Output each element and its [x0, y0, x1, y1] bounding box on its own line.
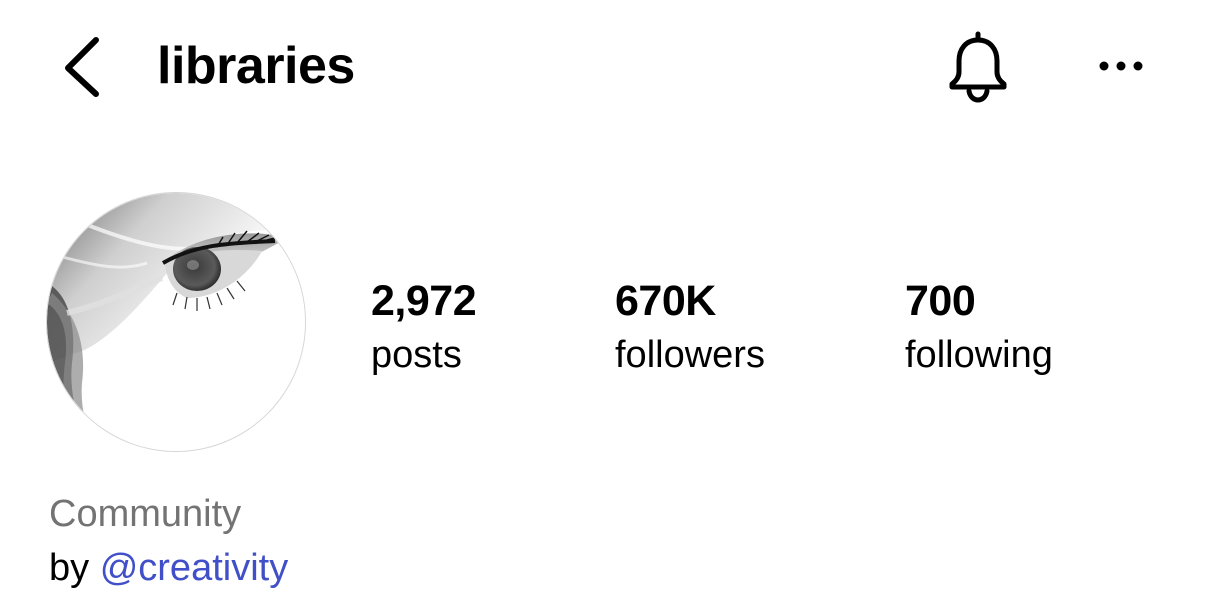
- profile-byline: by @creativity: [49, 544, 288, 592]
- profile-category: Community: [49, 493, 242, 535]
- posts-count: 2,972: [371, 277, 477, 325]
- bell-icon: [949, 31, 1007, 103]
- following-label: following: [905, 334, 1053, 376]
- chevron-left-icon: [65, 37, 99, 97]
- page-title: libraries: [157, 37, 355, 95]
- eye-artwork-image: [47, 193, 305, 451]
- followers-label: followers: [615, 334, 765, 376]
- top-navigation-bar: libraries: [0, 0, 1206, 130]
- posts-label: posts: [371, 334, 462, 376]
- creator-handle-link[interactable]: @creativity: [100, 547, 289, 589]
- more-options-button[interactable]: [1092, 46, 1154, 86]
- byline-prefix: by: [49, 547, 90, 589]
- following-count: 700: [905, 277, 976, 325]
- ellipsis-icon: [1099, 61, 1143, 71]
- notifications-button[interactable]: [940, 28, 1016, 104]
- profile-avatar[interactable]: [47, 193, 305, 451]
- back-button[interactable]: [56, 30, 116, 102]
- stat-followers[interactable]: 670K followers: [615, 276, 765, 382]
- followers-count: 670K: [615, 277, 716, 325]
- stat-following[interactable]: 700 following: [905, 276, 1053, 382]
- stat-posts[interactable]: 2,972 posts: [371, 276, 477, 382]
